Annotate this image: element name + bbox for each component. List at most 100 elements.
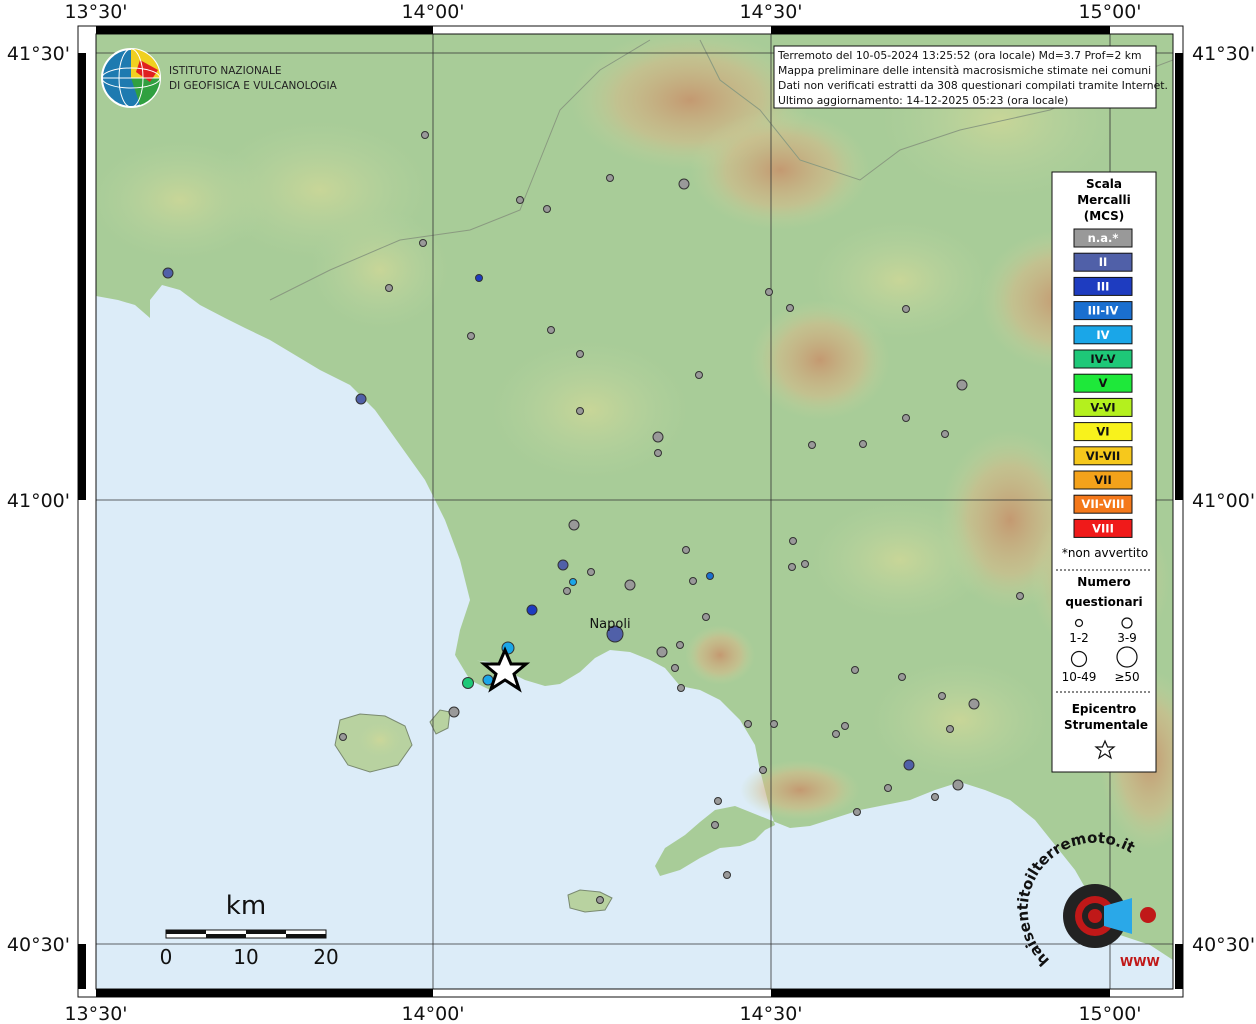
intensity-map: 13°30' 14°00' 14°30' 15°00' 13°30' 14°00… (7, 1, 1255, 1024)
intensity-point (421, 131, 429, 139)
intensity-point (569, 578, 577, 586)
intensity-point (770, 720, 778, 728)
intensity-point (563, 587, 571, 595)
intensity-point (884, 784, 892, 792)
legend-label: VII-VIII (1081, 497, 1124, 511)
legend-title: Mercalli (1077, 193, 1131, 207)
epicenter-title: Strumentale (1064, 718, 1148, 732)
intensity-point (526, 604, 538, 616)
lat-label-left: 40°30' (7, 934, 70, 956)
legend-label: II (1099, 255, 1108, 269)
size-symbol-large (1070, 650, 1088, 668)
epicenter-title: Epicentro (1072, 702, 1137, 716)
lon-label-bottom: 14°30' (739, 1003, 802, 1024)
legend-label: VI (1096, 425, 1109, 439)
intensity-point (946, 725, 954, 733)
intensity-point (714, 797, 722, 805)
lat-label-right: 41°30' (1192, 43, 1255, 65)
intensity-point (419, 239, 427, 247)
intensity-point (902, 414, 910, 422)
legend-label: IV-V (1090, 352, 1115, 366)
legend-label: III (1097, 279, 1110, 293)
lon-label-bottom: 13°30' (64, 1003, 127, 1024)
intensity-point (952, 779, 964, 791)
intensity-point (808, 441, 816, 449)
intensity-point (339, 733, 347, 741)
intensity-point (162, 267, 174, 279)
legend-title: (MCS) (1084, 209, 1125, 223)
count-title: Numero (1077, 575, 1130, 589)
intensity-point (516, 196, 524, 204)
intensity-point (801, 560, 809, 568)
legend-label: VI-VII (1086, 449, 1121, 463)
intensity-point (355, 393, 367, 405)
city-label-napoli: Napoli (589, 617, 630, 632)
intensity-point (938, 692, 946, 700)
size-symbol-xlarge (1116, 646, 1138, 668)
intensity-point (902, 305, 910, 313)
intensity-point (851, 666, 859, 674)
intensity-point (859, 440, 867, 448)
size-label: 1-2 (1069, 631, 1089, 645)
info-line: Terremoto del 10-05-2024 13:25:52 (ora l… (777, 49, 1142, 62)
intensity-point (448, 706, 460, 718)
scale-tick: 20 (313, 945, 338, 969)
intensity-point (682, 546, 690, 554)
intensity-point (462, 677, 474, 689)
intensity-point (677, 684, 685, 692)
info-line: Ultimo aggiornamento: 14-12-2025 05:23 (… (778, 94, 1068, 107)
intensity-point (678, 178, 690, 190)
intensity-point (853, 808, 861, 816)
legend-label: VII (1094, 473, 1111, 487)
intensity-point (788, 563, 796, 571)
intensity-point (759, 766, 767, 774)
intensity-point (467, 332, 475, 340)
lat-label-right: 41°00' (1192, 490, 1255, 512)
info-box: Terremoto del 10-05-2024 13:25:52 (ora l… (773, 45, 1168, 109)
lon-label-top: 14°30' (739, 1, 802, 23)
lon-label-top: 13°30' (64, 1, 127, 23)
logo-line2: DI GEOFISICA E VULCANOLOGIA (169, 80, 338, 92)
intensity-point (568, 519, 580, 531)
intensity-point (587, 568, 595, 576)
intensity-point (702, 613, 710, 621)
intensity-point (576, 407, 584, 415)
intensity-point (789, 537, 797, 545)
legend: Scala Mercalli (MCS) n.a.*IIIIIIII-IVIVI… (1051, 171, 1157, 773)
intensity-point (652, 431, 664, 443)
intensity-point (624, 579, 636, 591)
legend-label: VIII (1092, 521, 1114, 535)
intensity-point (606, 174, 614, 182)
intensity-point (656, 646, 668, 658)
lon-label-top: 14°00' (401, 1, 464, 23)
lon-label-bottom: 15°00' (1078, 1003, 1141, 1024)
size-symbol-medium (1121, 617, 1133, 629)
intensity-point (654, 449, 662, 457)
intensity-point (765, 288, 773, 296)
scale-tick: 0 (160, 945, 173, 969)
intensity-point (898, 673, 906, 681)
legend-title: Scala (1086, 177, 1122, 191)
intensity-point (689, 577, 697, 585)
intensity-point (723, 871, 731, 879)
intensity-point (576, 350, 584, 358)
intensity-point (557, 559, 569, 571)
intensity-point (786, 304, 794, 312)
intensity-point (475, 274, 483, 282)
intensity-point (841, 722, 849, 730)
intensity-point (385, 284, 393, 292)
size-label: ≥50 (1114, 670, 1139, 684)
intensity-point (931, 793, 939, 801)
intensity-point (695, 371, 703, 379)
not-felt-note: *non avvertito (1062, 546, 1148, 560)
scale-unit: km (226, 891, 266, 921)
size-label: 10-49 (1062, 670, 1097, 684)
logo-line1: ISTITUTO NAZIONALE (169, 65, 282, 77)
intensity-point (711, 821, 719, 829)
scale-tick: 10 (233, 945, 258, 969)
intensity-point (1016, 592, 1024, 600)
lat-label-right: 40°30' (1192, 934, 1255, 956)
intensity-point (547, 326, 555, 334)
lon-label-bottom: 14°00' (401, 1003, 464, 1024)
size-symbol-small (1074, 618, 1084, 628)
